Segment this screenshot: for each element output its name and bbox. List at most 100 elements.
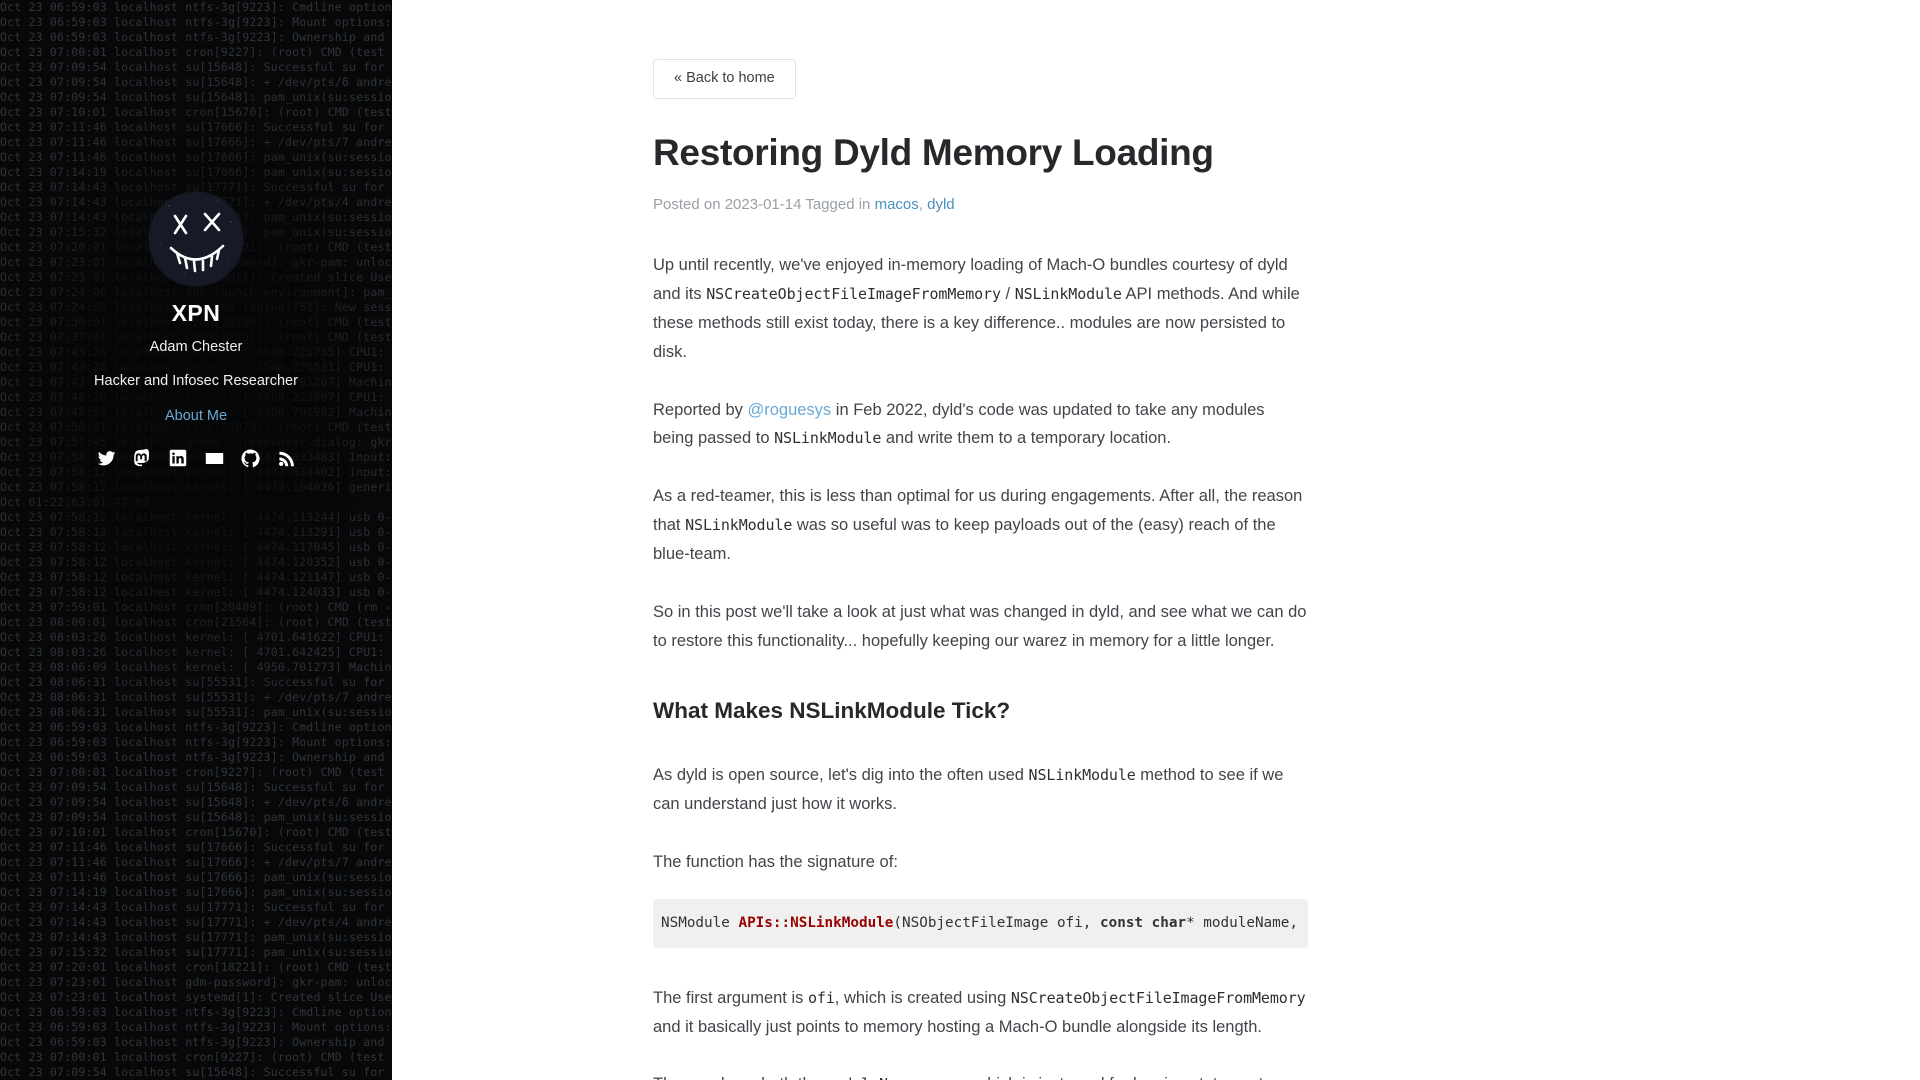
email-icon[interactable] [204, 448, 224, 468]
text-run: / [1000, 284, 1015, 303]
site-title: XPN [171, 300, 221, 326]
paragraph: The first argument is ofi, which is crea… [653, 984, 1308, 1042]
social-links [0, 448, 392, 468]
log-line: Oct 23 07:15:32 localhost su[17771]: pam… [0, 945, 392, 959]
main-content: « Back to home Restoring Dyld Memory Loa… [392, 0, 1920, 1080]
paragraph: Then we have both the moduleName param, … [653, 1070, 1308, 1080]
log-line: Oct 23 07:11:46 localhost su[17666]: pam… [0, 870, 392, 884]
tag-link-macos[interactable]: macos [875, 196, 919, 213]
tag-link-dyld[interactable]: dyld [927, 196, 955, 213]
log-line: Oct 23 07:11:46 localhost su[17666]: + /… [0, 855, 392, 869]
text-run: and write them to a temporary location. [881, 429, 1172, 448]
github-icon[interactable] [240, 448, 260, 468]
post-tags: macos, dyld [875, 196, 955, 213]
about-me-link[interactable]: About Me [165, 408, 227, 424]
article-body: Up until recently, we've enjoyed in-memo… [653, 251, 1308, 1080]
paragraph: Up until recently, we've enjoyed in-memo… [653, 251, 1308, 367]
log-line: Oct 23 07:14:43 localhost su[17771]: Suc… [0, 900, 392, 914]
text-run: Reported by [653, 400, 748, 419]
log-line: Oct 23 07:23:01 localhost gdm-password]:… [0, 975, 392, 989]
log-line: Oct 23 06:59:03 localhost ntfs-3g[9223]:… [0, 1020, 392, 1034]
inline-code: moduleName [825, 1075, 914, 1080]
log-line: Oct 23 07:23:01 localhost systemd[1]: Cr… [0, 990, 392, 1004]
log-line: Oct 23 07:58:12 localhost kernel: [ 4474… [0, 585, 392, 599]
author-name: Adam Chester [149, 338, 243, 355]
text-run: , which is created using [834, 988, 1011, 1007]
log-line: Oct 23 07:58:12 localhost kernel: [ 4474… [0, 540, 392, 554]
text-run: The function has the signature of: [653, 852, 898, 871]
inline-code: NSCreateObjectFileImageFromMemory [1010, 988, 1306, 1007]
log-line: Oct 23 08:00:01 localhost cron[21564]: (… [0, 615, 392, 629]
section-heading-nslinkmodule: What Makes NSLinkModule Tick? [653, 697, 1011, 723]
paragraph: So in this post we'll take a look at jus… [653, 598, 1308, 656]
inline-code: ofi [807, 988, 835, 1007]
log-line: Oct 23 07:58:12 localhost kernel: [ 4474… [0, 510, 392, 524]
page-title: Restoring Dyld Memory Loading [653, 131, 1214, 173]
log-line: Oct 01:22:63:01:42:69 [0, 495, 150, 509]
log-line: Oct 23 08:03:26 localhost kernel: [ 4701… [0, 630, 392, 644]
code-token: const char [1100, 914, 1187, 931]
inline-code: NSLinkModule [1028, 765, 1136, 784]
log-line: Oct 23 08:06:31 localhost su[55531]: Suc… [0, 675, 392, 689]
paragraph: Reported by @roguesys in Feb 2022, dyld'… [653, 396, 1308, 454]
log-line: Oct 23 07:58:12 localhost kernel: [ 4474… [0, 525, 392, 539]
log-line: Oct 23 07:14:19 localhost su[17666]: pam… [0, 885, 392, 899]
log-line: Oct 23 07:09:54 localhost su[15648]: Suc… [0, 780, 392, 794]
back-to-home-button[interactable]: « Back to home [653, 59, 796, 99]
text-run: So in this post we'll take a look at jus… [653, 602, 1307, 650]
page-root: Oct 23 06:59:03 localhost ntfs-3g[9223]:… [0, 0, 1920, 1080]
log-line: Oct 23 07:58:12 localhost kernel: [ 4474… [0, 480, 392, 494]
inline-code: NSLinkModule [685, 516, 793, 535]
rss-icon[interactable] [276, 448, 296, 468]
code-token: NSModule [661, 914, 739, 931]
text-run: and it basically just points to memory h… [653, 1017, 1262, 1036]
log-line: Oct 23 07:20:01 localhost cron[18221]: (… [0, 960, 392, 974]
paragraph: As a red-teamer, this is less than optim… [653, 482, 1308, 569]
log-line: Oct 23 07:10:01 localhost cron[15670]: (… [0, 825, 392, 839]
code-token: (NSObjectFileImage ofi, [893, 914, 1100, 931]
log-line: Oct 23 08:06:09 localhost kernel: [ 4950… [0, 660, 392, 674]
code-token: APIs::NSLinkModule [738, 914, 894, 931]
paragraph: As dyld is open source, let's dig into t… [653, 761, 1308, 819]
inline-code: NSLinkModule [774, 429, 882, 448]
paragraph-group-2: As dyld is open source, let's dig into t… [653, 761, 1308, 877]
author-role: Hacker and Infosec Researcher [94, 373, 298, 390]
log-line: Oct 23 07:09:54 localhost su[15648]: pam… [0, 810, 392, 824]
log-line: Oct 23 06:59:03 localhost ntfs-3g[9223]:… [0, 1035, 392, 1049]
paragraph-group-1: Up until recently, we've enjoyed in-memo… [653, 251, 1308, 656]
log-line: Oct 23 07:14:43 localhost su[17771]: + /… [0, 915, 392, 929]
log-line: Oct 23 06:59:03 localhost ntfs-3g[9223]:… [0, 1005, 392, 1019]
log-line: Oct 23 08:03:26 localhost kernel: [ 4701… [0, 645, 392, 659]
log-line: Oct 23 08:06:31 localhost su[55531]: pam… [0, 705, 392, 719]
text-run: The first argument is [653, 988, 808, 1007]
log-line: Oct 23 06:59:03 localhost ntfs-3g[9223]:… [0, 735, 392, 749]
log-line: Oct 23 07:09:54 localhost su[15648]: + /… [0, 795, 392, 809]
twitter-icon[interactable] [96, 448, 116, 468]
tag-separator: , [918, 196, 928, 214]
paragraph-group-3: The first argument is ofi, which is crea… [653, 984, 1308, 1080]
code-block-signature[interactable]: NSModule APIs::NSLinkModule(NSObjectFile… [653, 898, 1308, 948]
text-run: As dyld is open source, let's dig into t… [653, 765, 1029, 784]
post-meta: Posted on 2023-01-14 Tagged in macos, dy… [653, 194, 1308, 215]
log-line: Oct 23 07:58:12 localhost kernel: [ 4474… [0, 570, 392, 584]
inline-code: NSLinkModule [1014, 284, 1122, 303]
log-line: Oct 23 08:06:31 localhost su[55531]: + /… [0, 690, 392, 704]
code-token: * moduleName, [1186, 914, 1307, 931]
inline-link[interactable]: @roguesys [747, 401, 831, 419]
linkedin-icon[interactable] [168, 448, 188, 468]
log-line: Oct 23 07:00:01 localhost cron[9227]: (r… [0, 765, 392, 779]
post-meta-prefix: Posted on 2023-01-14 Tagged in [653, 196, 875, 214]
text-run: Then we have both the [653, 1075, 825, 1080]
log-line: Oct 23 07:14:43 localhost su[17771]: pam… [0, 930, 392, 944]
log-line: Oct 23 07:00:01 localhost cron[9227]: (r… [0, 1050, 392, 1064]
log-line: Oct 23 06:59:03 localhost ntfs-3g[9223]:… [0, 720, 392, 734]
sidebar: Oct 23 06:59:03 localhost ntfs-3g[9223]:… [0, 0, 392, 1080]
code-token: uint32_t options) [1307, 915, 1308, 931]
inline-code: NSCreateObjectFileImageFromMemory [706, 284, 1001, 303]
log-line: Oct 23 07:58:12 localhost kernel: [ 4474… [0, 555, 392, 569]
log-line: Oct 23 07:59:01 localhost cron[20409]: (… [0, 600, 392, 614]
mastodon-icon[interactable] [132, 448, 152, 468]
masked-face-avatar [149, 192, 243, 286]
paragraph: The function has the signature of: [653, 848, 1308, 877]
log-line: Oct 23 07:09:54 localhost su[15648]: Suc… [0, 1065, 392, 1079]
